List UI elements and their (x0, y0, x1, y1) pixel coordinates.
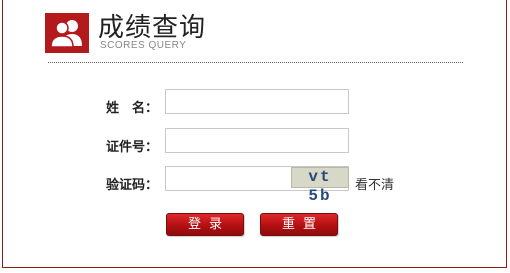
captcha-refresh-link[interactable]: 看不清 (355, 174, 394, 193)
logo (45, 13, 89, 53)
page-subtitle: SCORES QUERY (100, 40, 187, 51)
name-label: 姓 名： (105, 101, 158, 116)
id-number-label: 证件号： (105, 140, 158, 155)
login-button[interactable]: 登录 (166, 213, 244, 236)
captcha-image[interactable]: vt 5b (291, 167, 349, 205)
captcha-label: 验证码： (105, 178, 158, 193)
page-title: 成绩查询 (98, 13, 207, 43)
query-panel: 成绩查询 SCORES QUERY 姓 名： 证件号： 验证码： vt 5b 看… (2, 0, 507, 268)
reset-button[interactable]: 重置 (260, 213, 338, 236)
id-number-input[interactable] (165, 128, 349, 153)
header-divider (48, 62, 463, 63)
users-icon (50, 20, 82, 48)
name-input[interactable] (165, 89, 349, 114)
